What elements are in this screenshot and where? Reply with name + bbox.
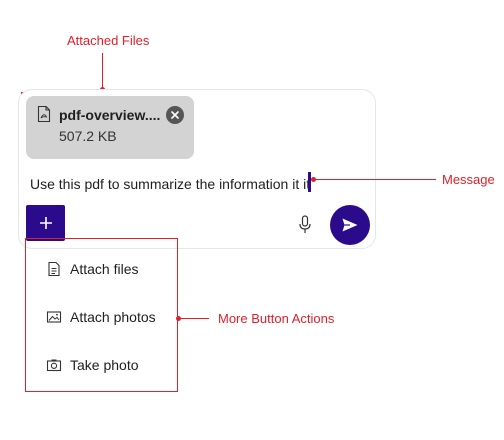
attachment-file-size: 507.2 KB [59, 128, 117, 144]
menu-item-attach-photos[interactable]: Attach photos [46, 309, 156, 325]
close-icon [171, 111, 179, 119]
pdf-file-icon [37, 106, 51, 122]
annotation-more-button-actions: More Button Actions [218, 311, 335, 326]
menu-item-label: Attach files [70, 261, 139, 277]
document-icon [48, 261, 60, 277]
image-icon [46, 311, 62, 323]
send-button[interactable] [330, 205, 370, 245]
menu-item-label: Attach photos [70, 309, 156, 325]
more-button[interactable] [26, 205, 65, 241]
menu-item-take-photo[interactable]: Take photo [46, 357, 139, 373]
annotation-connector [102, 53, 103, 90]
remove-attachment-button[interactable] [166, 106, 184, 124]
menu-item-attach-files[interactable]: Attach files [46, 261, 138, 277]
attachment-file-name: pdf-overview.... [59, 107, 161, 123]
plus-icon [39, 217, 52, 229]
send-icon [342, 218, 358, 232]
annotation-message: Message [442, 172, 495, 187]
camera-icon [46, 359, 62, 372]
text-caret [308, 172, 311, 192]
annotation-connector [314, 179, 436, 180]
annotation-connector [181, 318, 209, 319]
microphone-icon[interactable] [298, 215, 312, 235]
menu-item-label: Take photo [70, 357, 139, 373]
message-input[interactable]: Use this pdf to summarize the informatio… [30, 176, 310, 192]
annotation-attached-files: Attached Files [67, 33, 150, 48]
